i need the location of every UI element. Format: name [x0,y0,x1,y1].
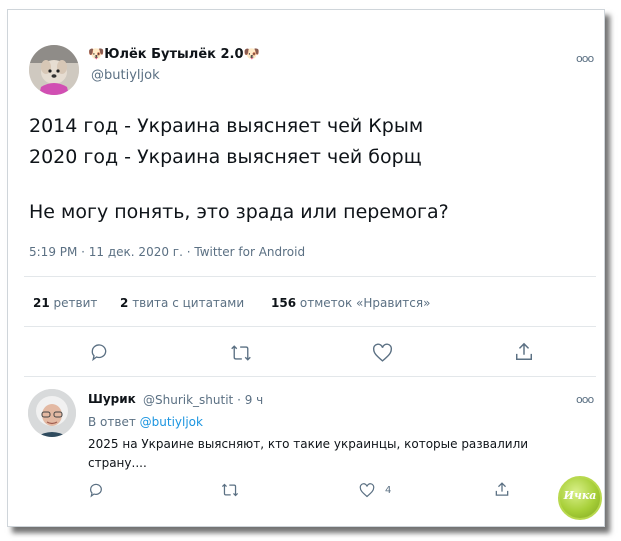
retweets-label: ретвит [53,296,98,310]
reply-author-name[interactable]: Шурик [88,392,136,406]
reply-text-line-2: страну.... [88,456,147,470]
watermark-logo: Ичка [558,476,602,520]
tweet-text-line-3: Не могу понять, это зрада или перемога? [29,201,449,223]
tweet-timestamp[interactable]: 5:19 PM · 11 дек. 2020 г. · Twitter for … [29,245,305,259]
reply-author-avatar[interactable] [28,389,76,437]
reply-icon[interactable] [89,342,109,362]
divider [24,376,596,377]
retweets-count: 21 [33,296,50,310]
reply-retweet-icon[interactable] [221,482,239,498]
more-options-icon[interactable]: ooo [576,52,594,65]
reply-heart-icon[interactable] [359,483,375,498]
reply-reply-icon[interactable] [88,482,104,498]
tweet-text-line-1: 2014 год - Украина выясняет чей Крым [29,115,424,137]
reply-author-handle-time[interactable]: @Shurik_shutit · 9 ч [143,393,263,407]
quotes-count: 2 [120,296,129,310]
author-handle[interactable]: @butiyljok [91,68,160,83]
tweet-text-line-2: 2020 год - Украина выясняет чей борщ [29,146,422,168]
tweet-card: 🐶Юлёк Бутылёк 2.0🐶 @butiyljok ooo 2014 г… [7,9,605,527]
likes-stat[interactable]: 156 отметок «Нравится» [271,296,430,310]
likes-count: 156 [271,296,297,310]
author-name: Юлёк Бутылёк 2.0 [104,47,244,62]
reply-more-options-icon[interactable]: ooo [576,393,594,406]
reply-to-prefix: В ответ [88,415,140,429]
divider [24,326,596,327]
reply-text-line-1: 2025 на Украине выясняют, кто такие укра… [88,437,529,451]
reply-share-icon[interactable] [494,481,510,498]
author-avatar[interactable] [29,45,79,95]
quotes-label: твита с цитатами [132,296,245,310]
retweet-icon[interactable] [230,343,252,363]
author-name-row[interactable]: 🐶Юлёк Бутылёк 2.0🐶 [88,47,260,62]
quotes-stat[interactable]: 2 твита с цитатами [120,296,244,310]
reply-to-line: В ответ @butiyljok [88,415,203,429]
retweets-stat[interactable]: 21 ретвит [33,296,97,310]
dog-emoji-icon: 🐶 [88,47,105,62]
likes-label: отметок «Нравится» [299,296,431,310]
divider [24,276,596,277]
watermark-text: Ичка [563,489,597,502]
dog-emoji-icon: 🐶 [243,47,260,62]
heart-icon[interactable] [372,343,393,363]
reply-like-count: 4 [385,485,392,496]
share-icon[interactable] [514,341,534,363]
reply-to-handle-link[interactable]: @butiyljok [140,415,203,429]
